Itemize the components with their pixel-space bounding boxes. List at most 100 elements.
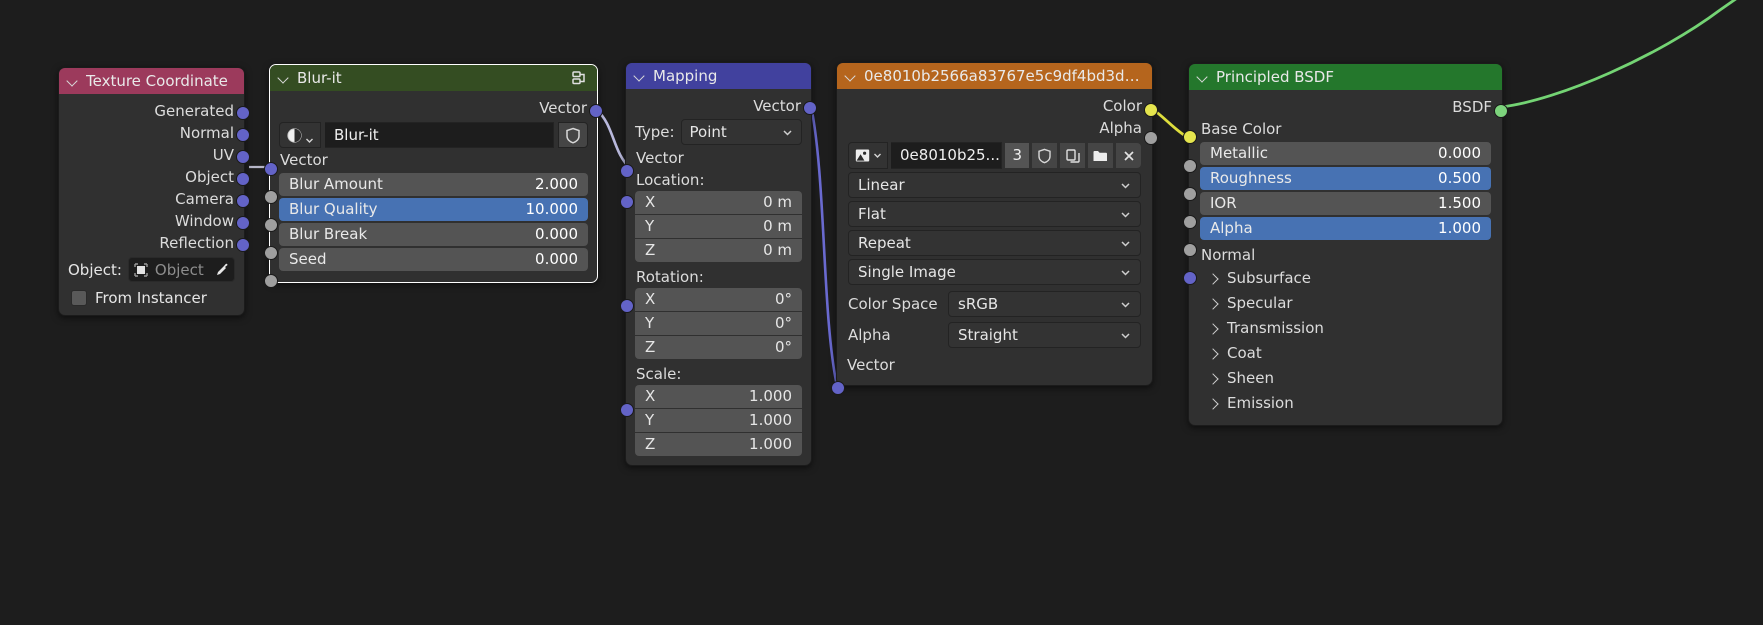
- unlink-button[interactable]: [1116, 143, 1141, 168]
- panel-subsurface[interactable]: Subsurface: [1189, 266, 1502, 291]
- socket-in-location[interactable]: [620, 195, 634, 209]
- eyedropper-icon[interactable]: [214, 262, 230, 278]
- collapse-chevron-icon[interactable]: [278, 72, 290, 84]
- socket-out-camera[interactable]: [236, 194, 250, 208]
- collapse-chevron-icon[interactable]: [67, 75, 79, 87]
- node-body-blur-it: Vector Blur-it: [270, 91, 597, 282]
- socket-out-normal[interactable]: [236, 128, 250, 142]
- node-header-texture-coordinate[interactable]: Texture Coordinate: [59, 68, 244, 94]
- collapse-chevron-icon[interactable]: [1197, 71, 1209, 83]
- socket-in-roughness[interactable]: [1183, 187, 1197, 201]
- socket-in-base-color[interactable]: [1183, 130, 1197, 144]
- collapse-chevron-icon[interactable]: [845, 70, 857, 82]
- node-principled-bsdf[interactable]: Principled BSDF BSDF Base Color Metallic…: [1188, 63, 1503, 426]
- slider-alpha[interactable]: Alpha 1.000: [1200, 217, 1491, 240]
- new-copy-button[interactable]: [1060, 143, 1085, 168]
- socket-out-vector[interactable]: [803, 101, 817, 115]
- panel-specular[interactable]: Specular: [1189, 291, 1502, 316]
- projection-select[interactable]: Flat: [848, 201, 1141, 227]
- scale-vector-field[interactable]: X 1.000 Y 1.000 Z 1.000: [635, 385, 802, 456]
- panel-emission[interactable]: Emission: [1189, 391, 1502, 416]
- socket-in-blur-amount[interactable]: [264, 190, 278, 204]
- node-texture-coordinate[interactable]: Texture Coordinate Generated Normal UV O…: [58, 67, 245, 316]
- socket-out-object[interactable]: [236, 172, 250, 186]
- scale-y[interactable]: Y 1.000: [635, 409, 802, 433]
- slider-ior[interactable]: IOR 1.500: [1200, 192, 1491, 215]
- socket-in-ior[interactable]: [1183, 215, 1197, 229]
- interpolation-select[interactable]: Linear: [848, 172, 1141, 198]
- socket-in-blur-break[interactable]: [264, 246, 278, 260]
- fake-user-shield-button[interactable]: [1032, 143, 1057, 168]
- socket-in-alpha[interactable]: [1183, 243, 1197, 257]
- output-normal: Normal: [59, 122, 244, 144]
- image-users-count[interactable]: 3: [1005, 143, 1029, 168]
- socket-in-scale[interactable]: [620, 403, 634, 417]
- socket-out-bsdf[interactable]: [1494, 104, 1508, 118]
- from-instancer-row[interactable]: From Instancer: [59, 282, 244, 307]
- socket-in-normal[interactable]: [1183, 271, 1197, 285]
- source-select[interactable]: Single Image: [848, 259, 1141, 285]
- node-body-image-texture: Color Alpha 0e8010b25... 3: [837, 89, 1152, 385]
- mapping-type-select[interactable]: Point: [681, 119, 802, 145]
- socket-out-vector[interactable]: [589, 104, 603, 118]
- panel-sheen[interactable]: Sheen: [1189, 366, 1502, 391]
- from-instancer-checkbox[interactable]: [71, 290, 87, 306]
- slider-blur-amount[interactable]: Blur Amount 2.000: [279, 173, 588, 196]
- socket-in-vector[interactable]: [620, 164, 634, 178]
- node-mapping[interactable]: Mapping Vector Type: Point Vector Locati…: [625, 62, 812, 466]
- shading-ball-icon-button[interactable]: [279, 122, 321, 148]
- location-y[interactable]: Y 0 m: [635, 215, 802, 239]
- rotation-x[interactable]: X 0°: [635, 288, 802, 312]
- socket-in-seed[interactable]: [264, 274, 278, 288]
- node-header-principled-bsdf[interactable]: Principled BSDF: [1189, 64, 1502, 90]
- color-space-select[interactable]: sRGB: [948, 291, 1141, 317]
- axis-label: X: [645, 191, 655, 214]
- socket-out-reflection[interactable]: [236, 238, 250, 252]
- alpha-mode-select[interactable]: Straight: [948, 322, 1141, 348]
- object-placeholder-icon: [133, 262, 149, 278]
- scale-x[interactable]: X 1.000: [635, 385, 802, 409]
- fake-user-shield-button[interactable]: [558, 122, 588, 148]
- extension-select[interactable]: Repeat: [848, 230, 1141, 256]
- image-datablock-button[interactable]: [848, 142, 888, 169]
- socket-in-rotation[interactable]: [620, 299, 634, 313]
- collapse-chevron-icon[interactable]: [634, 70, 646, 82]
- location-z[interactable]: Z 0 m: [635, 239, 802, 262]
- slider-seed[interactable]: Seed 0.000: [279, 248, 588, 271]
- node-header-image-texture[interactable]: 0e8010b2566a83767e5c9df4bd3dc7...: [837, 63, 1152, 89]
- axis-label: Z: [645, 239, 655, 262]
- node-header-blur-it[interactable]: Blur-it: [270, 65, 597, 91]
- socket-in-vector[interactable]: [831, 381, 845, 395]
- node-editor-canvas[interactable]: Texture Coordinate Generated Normal UV O…: [0, 0, 1763, 625]
- slider-metallic[interactable]: Metallic 0.000: [1200, 142, 1491, 165]
- rotation-vector-field[interactable]: X 0° Y 0° Z 0°: [635, 288, 802, 359]
- chevron-down-icon: [1120, 209, 1131, 220]
- object-field[interactable]: Object: [128, 257, 235, 282]
- socket-out-alpha[interactable]: [1144, 131, 1158, 145]
- socket-out-uv[interactable]: [236, 150, 250, 164]
- output-reflection: Reflection: [59, 232, 244, 254]
- open-folder-button[interactable]: [1088, 143, 1113, 168]
- scale-z[interactable]: Z 1.000: [635, 433, 802, 456]
- slider-blur-quality[interactable]: Blur Quality 10.000: [279, 198, 588, 221]
- node-image-texture[interactable]: 0e8010b2566a83767e5c9df4bd3dc7... Color …: [836, 62, 1153, 386]
- chevron-down-icon: [1120, 299, 1131, 310]
- location-x[interactable]: X 0 m: [635, 191, 802, 215]
- node-header-mapping[interactable]: Mapping: [626, 63, 811, 89]
- slider-roughness[interactable]: Roughness 0.500: [1200, 167, 1491, 190]
- socket-out-color[interactable]: [1144, 103, 1158, 117]
- panel-transmission[interactable]: Transmission: [1189, 316, 1502, 341]
- socket-in-metallic[interactable]: [1183, 159, 1197, 173]
- node-blur-it-group[interactable]: Blur-it Vector: [269, 64, 598, 283]
- location-vector-field[interactable]: X 0 m Y 0 m Z 0 m: [635, 191, 802, 262]
- socket-out-window[interactable]: [236, 216, 250, 230]
- image-name-field[interactable]: 0e8010b25...: [891, 142, 1002, 169]
- rotation-z[interactable]: Z 0°: [635, 336, 802, 359]
- slider-blur-break[interactable]: Blur Break 0.000: [279, 223, 588, 246]
- panel-coat[interactable]: Coat: [1189, 341, 1502, 366]
- socket-out-generated[interactable]: [236, 106, 250, 120]
- rotation-y[interactable]: Y 0°: [635, 312, 802, 336]
- socket-in-vector[interactable]: [264, 162, 278, 176]
- node-group-name-field[interactable]: Blur-it: [325, 122, 554, 148]
- socket-in-blur-quality[interactable]: [264, 218, 278, 232]
